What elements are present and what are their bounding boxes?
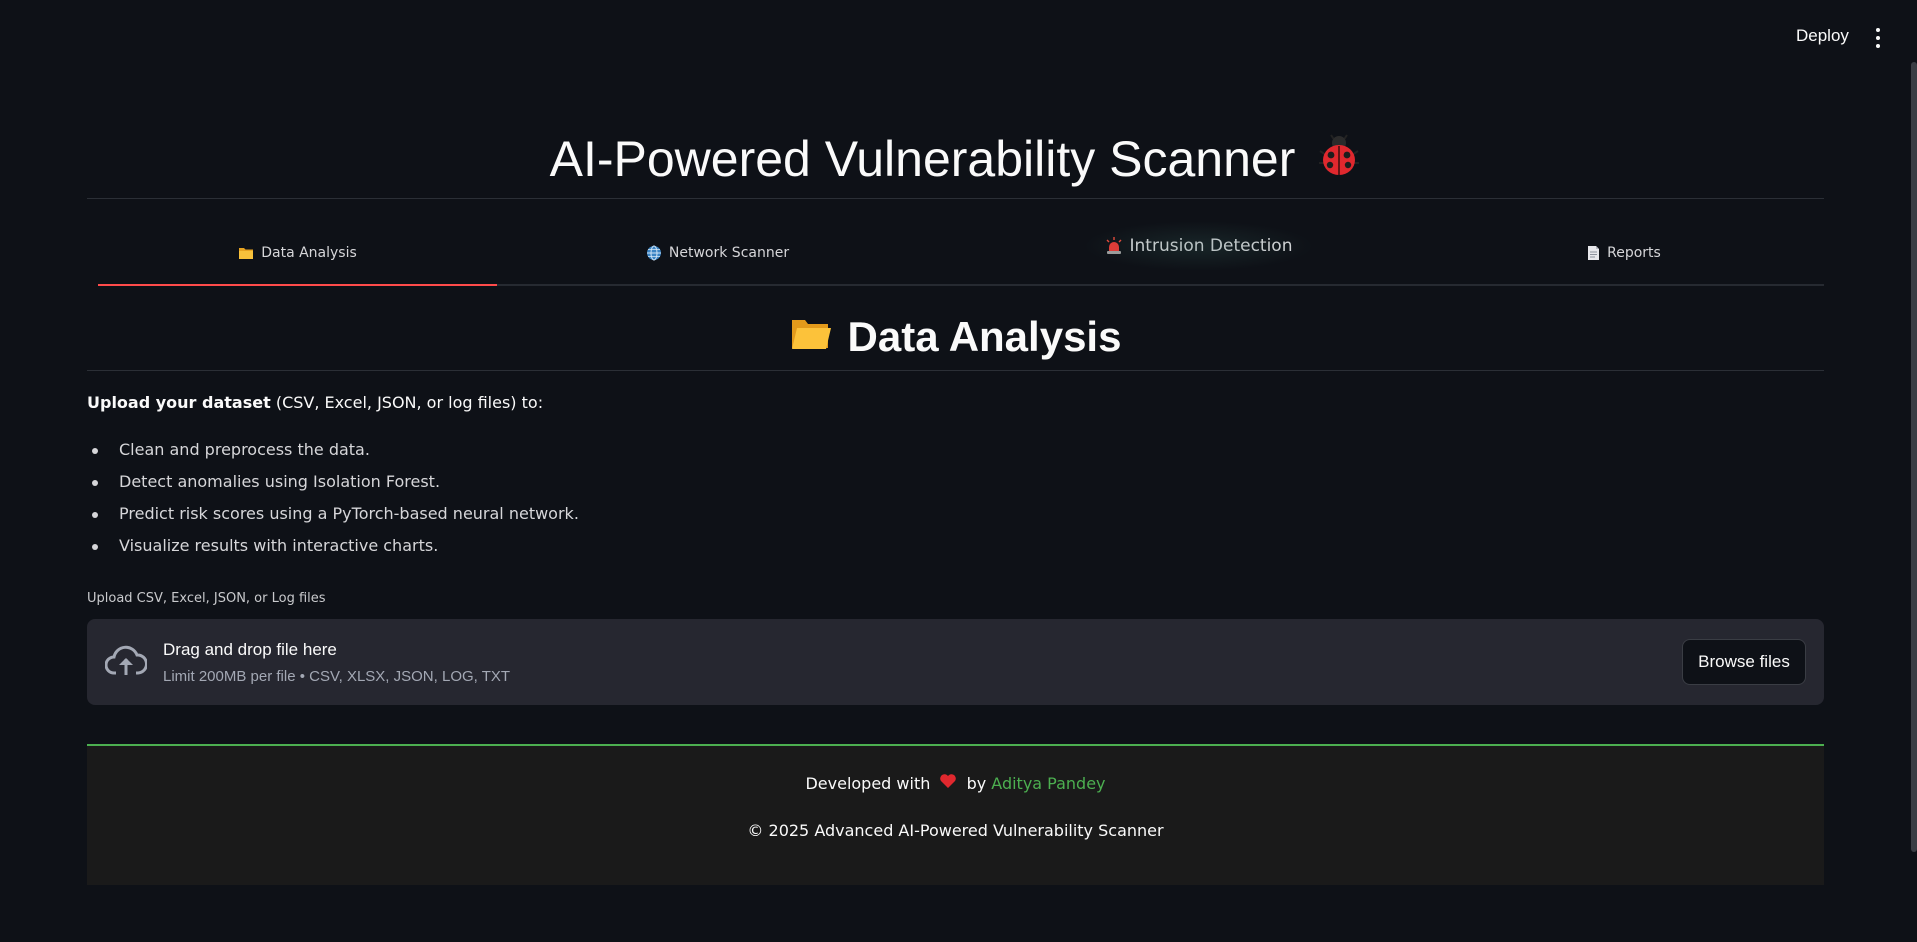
document-icon: [1587, 245, 1600, 261]
intro-rest: (CSV, Excel, JSON, or log files) to:: [270, 393, 544, 412]
ladybug-icon: [1317, 129, 1361, 189]
dropzone-limit-text: Limit 200MB per file • CSV, XLSX, JSON, …: [163, 668, 511, 685]
deploy-button[interactable]: Deploy: [1796, 26, 1849, 46]
globe-icon: [646, 245, 662, 261]
browse-files-button[interactable]: Browse files: [1682, 639, 1806, 685]
open-folder-icon: [790, 313, 832, 361]
tab-label: Reports: [1607, 245, 1661, 261]
list-item: Detect anomalies using Isolation Forest.: [87, 472, 579, 504]
siren-icon: [1105, 237, 1123, 255]
tab-label: Network Scanner: [668, 245, 790, 261]
tab-bar: Data Analysis Network Scanner Intrusion …: [98, 221, 1824, 286]
main-menu-icon[interactable]: [1873, 28, 1883, 48]
list-item: Clean and preprocess the data.: [87, 440, 579, 472]
footer-developed-prefix: Developed with: [805, 774, 931, 793]
uploader-label: Upload CSV, Excel, JSON, or Log files: [87, 591, 326, 606]
footer: Developed with by Aditya Pandey © 2025 A…: [87, 744, 1824, 885]
app-toolbar: Deploy: [0, 0, 1917, 72]
intro-bold: Upload your dataset: [87, 393, 271, 412]
dropzone-title: Drag and drop file here: [163, 640, 337, 659]
author-link[interactable]: Aditya Pandey: [991, 774, 1105, 793]
tab-intrusion-detection[interactable]: Intrusion Detection: [1083, 215, 1314, 277]
file-dropzone[interactable]: Drag and drop file here Limit 200MB per …: [87, 619, 1824, 705]
tab-label: Data Analysis: [261, 245, 357, 261]
tab-network-scanner[interactable]: Network Scanner: [518, 222, 917, 284]
list-item: Predict risk scores using a PyTorch-base…: [87, 504, 579, 536]
list-item: Visualize results with interactive chart…: [87, 536, 579, 568]
footer-credit: Developed with by Aditya Pandey: [87, 774, 1824, 793]
tab-reports[interactable]: Reports: [1424, 222, 1824, 284]
scrollbar[interactable]: [1911, 62, 1917, 852]
footer-by: by: [966, 774, 987, 793]
tab-label: Intrusion Detection: [1129, 236, 1293, 256]
folder-icon: [238, 246, 254, 260]
intro-text: Upload your dataset (CSV, Excel, JSON, o…: [87, 393, 543, 412]
section-divider: [87, 370, 1824, 371]
page-title-text: AI-Powered Vulnerability Scanner: [549, 131, 1296, 187]
title-divider: [87, 198, 1824, 199]
feature-list: Clean and preprocess the data. Detect an…: [87, 440, 579, 568]
footer-copyright: © 2025 Advanced AI-Powered Vulnerability…: [747, 821, 1164, 840]
section-heading-text: Data Analysis: [847, 313, 1122, 360]
section-heading: Data Analysis: [87, 313, 1824, 361]
cloud-upload-icon: [104, 643, 148, 683]
heart-icon: [939, 773, 957, 793]
tab-data-analysis[interactable]: Data Analysis: [98, 222, 497, 286]
page-title: AI-Powered Vulnerability Scanner: [87, 130, 1824, 189]
